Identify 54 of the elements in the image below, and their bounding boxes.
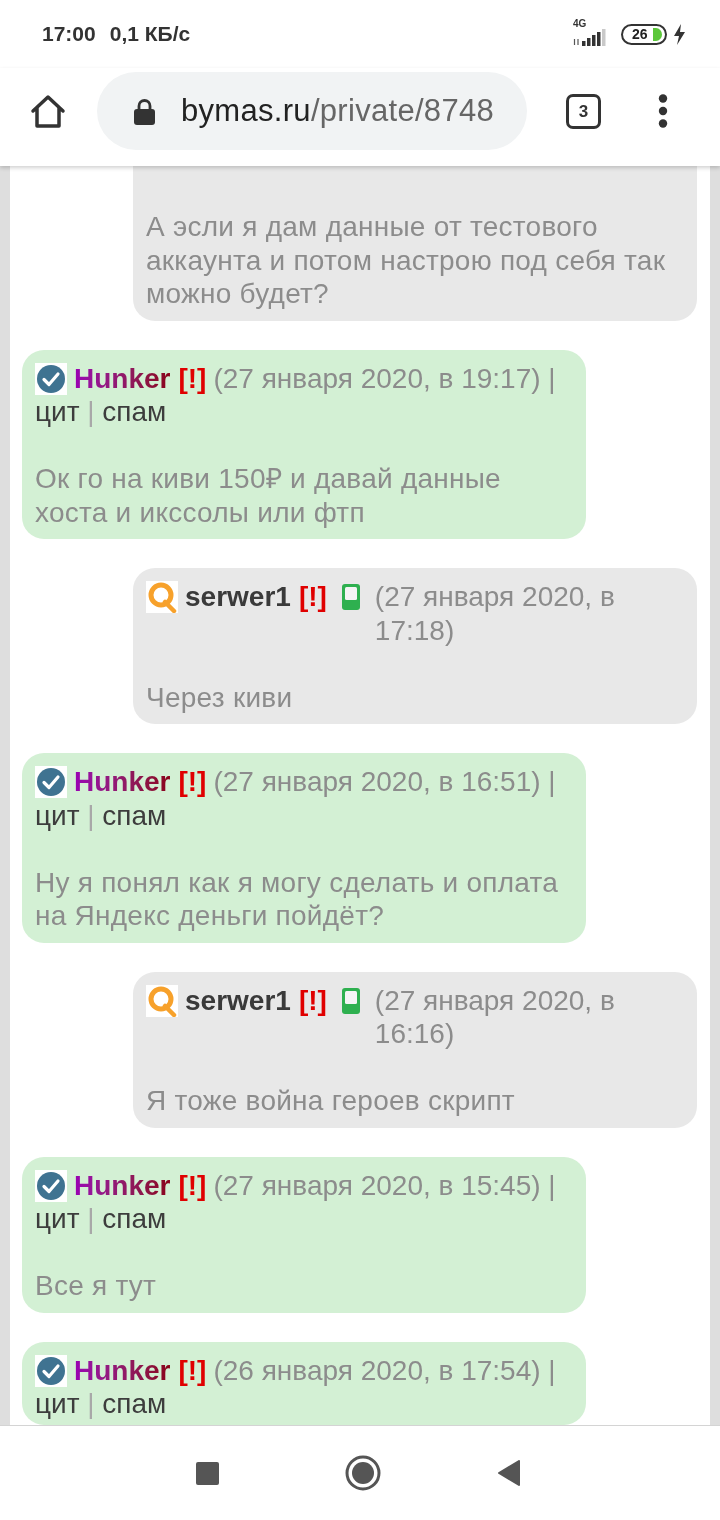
author-link[interactable]: serwer1 bbox=[185, 983, 291, 1017]
pipe-separator: | bbox=[87, 799, 95, 831]
message-date: (27 января 2020, в 16:16) bbox=[374, 984, 615, 1049]
tab-switcher-button[interactable]: 3 bbox=[566, 93, 601, 129]
report-link[interactable]: [!] bbox=[178, 361, 207, 395]
avatar-logo-icon bbox=[146, 581, 178, 613]
message-text: Через киви bbox=[146, 680, 294, 714]
message-text: А эсли я дам данные от тестового аккаунта и потом настрою под себя так можно будет? bbox=[146, 210, 667, 311]
message-text: Все я тут bbox=[35, 1269, 158, 1303]
message-date: (27 января 2020, в 15:45) | bbox=[213, 1169, 556, 1201]
message-date: (27 января 2020, в 16:51) | bbox=[213, 766, 556, 797]
message-date: (26 января 2020, в 17:54) | bbox=[213, 1354, 556, 1386]
action-link[interactable]: спам bbox=[102, 799, 167, 831]
author-link[interactable]: serwer1 bbox=[185, 580, 291, 614]
report-link[interactable]: [!] bbox=[298, 580, 327, 614]
network-speed: 0,1 КБ/с bbox=[109, 21, 191, 48]
recents-icon[interactable] bbox=[195, 1461, 219, 1485]
lock-icon bbox=[134, 97, 155, 125]
back-icon[interactable] bbox=[496, 1460, 521, 1486]
action-link[interactable]: спам bbox=[102, 1388, 167, 1419]
pipe-separator: | bbox=[87, 1203, 95, 1234]
action-link[interactable]: цит bbox=[35, 1203, 80, 1234]
action-link[interactable]: цит bbox=[35, 1388, 80, 1419]
message-text: Ок го на киви 150₽ и давай данные хоста и икссолы или фтп bbox=[35, 462, 502, 529]
verified-badge-icon bbox=[35, 1354, 67, 1387]
signal-icon bbox=[573, 29, 609, 46]
verified-badge-icon bbox=[35, 1169, 67, 1202]
more-menu-icon[interactable] bbox=[658, 94, 668, 128]
charge-level-icon bbox=[653, 27, 662, 41]
verified-badge-icon bbox=[35, 766, 67, 798]
pipe-separator: | bbox=[87, 1388, 95, 1419]
report-link[interactable]: [!] bbox=[178, 1353, 207, 1387]
charging-bolt-icon bbox=[673, 23, 686, 45]
battery-percent: 26 bbox=[632, 26, 648, 42]
clock-time: 17:00 bbox=[42, 21, 96, 48]
home-button-icon[interactable] bbox=[344, 1455, 381, 1491]
address-field[interactable]: bymas.ru/private/8748 bbox=[97, 72, 527, 150]
action-link[interactable]: спам bbox=[102, 1203, 167, 1234]
message-date: (27 января 2020, в 17:18) bbox=[374, 581, 615, 646]
action-link[interactable]: цит bbox=[35, 396, 80, 427]
report-link[interactable]: [!] bbox=[298, 983, 327, 1017]
report-link[interactable]: [!] bbox=[178, 765, 207, 799]
network-type: 4G bbox=[573, 18, 587, 29]
action-link[interactable]: цит bbox=[35, 799, 80, 831]
pipe-separator: | bbox=[87, 396, 95, 427]
avatar-logo-icon bbox=[146, 984, 178, 1017]
verified-badge-icon bbox=[35, 362, 67, 395]
url-text: bymas.ru/private/8748 bbox=[181, 91, 495, 130]
message-date: (27 января 2020, в 19:17) | bbox=[213, 362, 556, 394]
message-text: Я тоже война героев скрипт bbox=[146, 1084, 516, 1118]
message-text: Ну я понял как я могу сделать и оплата на Яндекс деньги пойдёт? bbox=[35, 865, 560, 933]
report-link[interactable]: [!] bbox=[178, 1168, 207, 1202]
action-link[interactable]: спам bbox=[102, 396, 167, 427]
home-icon[interactable] bbox=[30, 93, 66, 129]
